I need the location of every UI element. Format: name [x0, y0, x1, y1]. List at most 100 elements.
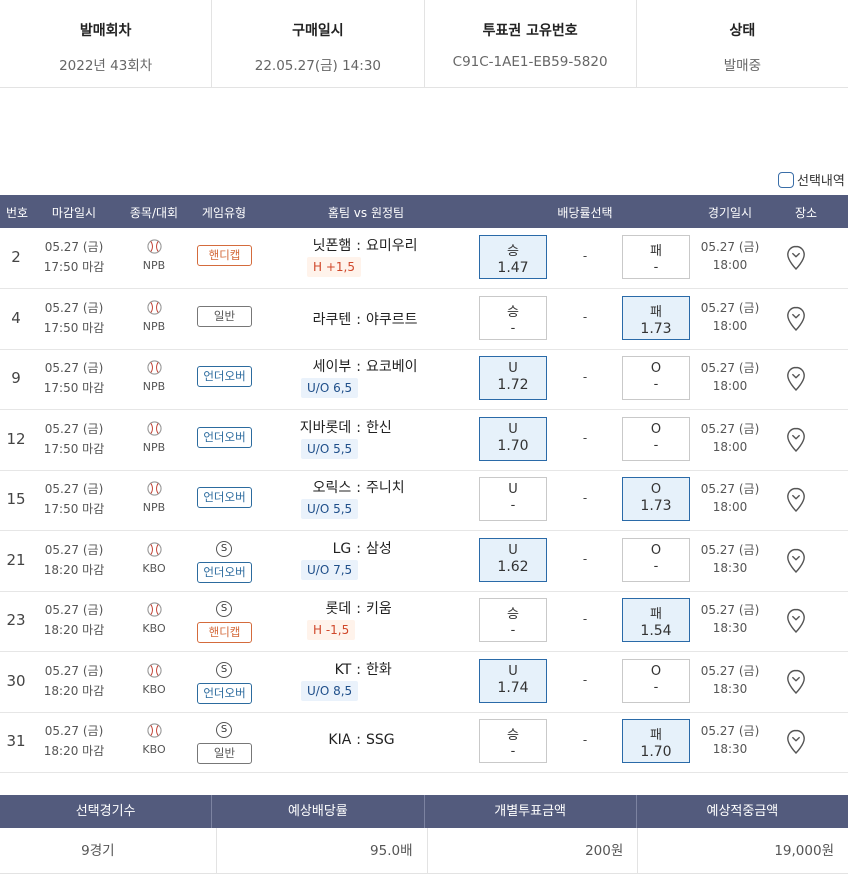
summary-values: 9경기 95.0배 200원 19,000원: [0, 828, 848, 874]
ticket-round-label: 발매회차: [79, 23, 132, 39]
odds-right-button[interactable]: O 1.73: [622, 477, 690, 521]
odds-right-label: O: [650, 542, 662, 558]
odds-right-button[interactable]: O-: [622, 537, 690, 582]
game-type-badge: 일반: [197, 305, 252, 327]
game-row[interactable]: 31 05.27 (금) 18:20 마감 KBO S 일반 KIA: SSG 승 - - 패 1.70…: [0, 712, 848, 773]
game-time: 18:00: [712, 258, 748, 272]
odds-left-button[interactable]: U 1.62: [479, 537, 547, 582]
close-date: 05.27 (금): [44, 482, 104, 496]
odds-draw: -: [582, 370, 588, 384]
summary-games-label: 선택경기수: [0, 795, 213, 828]
odds-left-label: 승: [507, 304, 519, 320]
odds-left-button[interactable]: U 1.74: [479, 658, 547, 703]
game-row[interactable]: 30 05.27 (금) 18:20 마감 KBO S 언더오버 KT: 한화 U/O 8,5 U…: [0, 652, 848, 713]
odds-right-value: 1.54: [640, 623, 672, 639]
close-time: 18:20 마감: [43, 744, 105, 758]
odds-left-label: 승: [507, 244, 519, 259]
odds-left-button[interactable]: 승-: [479, 719, 547, 763]
game-row[interactable]: 9 05.27 (금) 17:50 마감 NPB 언더오버 세이부: 요코베이 U/O 6,5…: [0, 349, 848, 410]
close-time: 17:50 마감: [43, 260, 105, 274]
vs-separator: :: [356, 540, 361, 557]
ticket-status-label: 상태: [729, 23, 756, 39]
odds-right-button[interactable]: 패-: [622, 235, 690, 279]
close-date: 05.27 (금): [44, 603, 104, 617]
odds-right-label: 패: [650, 607, 662, 622]
vs-separator: :: [356, 601, 361, 617]
odds-right-label: O: [650, 663, 662, 679]
venue-pin-icon[interactable]: [786, 548, 806, 574]
league-name: KBO: [142, 743, 166, 756]
venue-pin-icon[interactable]: [786, 306, 806, 332]
odds-left-value: 1.72: [497, 377, 529, 393]
odds-right-button[interactable]: 패 1.73: [622, 295, 690, 340]
close-time: 17:50 마감: [43, 502, 105, 516]
ticket-purchase-label: 구매일시: [292, 23, 344, 39]
odds-left-button[interactable]: U 1.70: [479, 416, 547, 461]
game-type-badge: 언더오버: [197, 366, 252, 387]
summary-odds-label: 예상배당률: [212, 795, 425, 828]
venue-pin-icon[interactable]: [786, 608, 806, 634]
odds-left-value: 1.74: [497, 679, 529, 696]
venue-pin-icon[interactable]: [786, 245, 806, 271]
league-name: NPB: [142, 440, 166, 454]
odds-right-button[interactable]: O-: [622, 356, 690, 400]
ticket-id-cell: 투표권 고유번호 C91C-1AE1-EB59-5820: [425, 0, 637, 87]
away-team: SSG: [366, 732, 395, 748]
baseball-icon: [147, 723, 162, 738]
odds-left-button[interactable]: U-: [479, 477, 547, 521]
game-number: 23: [6, 611, 26, 629]
game-number: 4: [11, 308, 21, 327]
odds-right-button[interactable]: O-: [622, 658, 690, 703]
odds-left-label: U: [508, 663, 518, 679]
odds-right-button[interactable]: 패 1.54: [622, 598, 690, 642]
game-row[interactable]: 15 05.27 (금) 17:50 마감 NPB 언더오버 오릭스: 주니치 U/O 5,5…: [0, 470, 848, 531]
game-time: 18:00: [712, 318, 748, 333]
game-date: 05.27 (금): [700, 724, 760, 738]
away-team: 야쿠르트: [366, 311, 418, 328]
game-date: 05.27 (금): [700, 482, 760, 496]
select-history-label: 선택내역: [797, 174, 845, 189]
odds-right-button[interactable]: O-: [622, 416, 690, 461]
teams: 오릭스: 주니치: [260, 477, 426, 497]
away-team: 요미우리: [366, 238, 418, 254]
venue-pin-icon[interactable]: [786, 669, 806, 695]
special-s-icon: S: [216, 540, 232, 557]
select-history-toggle[interactable]: 선택내역: [778, 170, 845, 189]
game-number: 15: [6, 490, 26, 508]
game-row[interactable]: 23 05.27 (금) 18:20 마감 KBO S 핸디캡 롯데: 키움 H -1,5 승 - -…: [0, 591, 848, 652]
col-odds: 배당률선택: [557, 206, 613, 220]
game-row[interactable]: 21 05.27 (금) 18:20 마감 KBO S 언더오버 LG: 삼성 U/O 7,5 U…: [0, 531, 848, 592]
game-row[interactable]: 4 05.27 (금) 17:50 마감 NPB 일반 라쿠텐: 야쿠르트 승 - - 패 1.73 0…: [0, 289, 848, 350]
venue-pin-icon[interactable]: [786, 366, 806, 392]
special-s-icon: S: [216, 661, 232, 678]
odds-right-label: O: [650, 482, 662, 497]
odds-left-button[interactable]: 승-: [479, 295, 547, 340]
game-row[interactable]: 12 05.27 (금) 17:50 마감 NPB 언더오버 지바롯데: 한신 U/O 5,5…: [0, 410, 848, 471]
odds-right-button[interactable]: 패 1.70: [622, 719, 690, 763]
odds-left-label: 승: [507, 728, 519, 743]
ticket-purchase-cell: 구매일시 22.05.27(금) 14:30: [212, 0, 425, 87]
game-row[interactable]: 2 05.27 (금) 17:50 마감 NPB 핸디캡 닛폰햄: 요미우리 H +1,5 승 1…: [0, 228, 848, 289]
special-s-icon: S: [216, 601, 232, 617]
home-team: LG: [332, 540, 352, 557]
odds-right-value: -: [653, 679, 659, 695]
venue-pin-icon[interactable]: [786, 487, 806, 513]
league-name: NPB: [142, 319, 166, 333]
game-type-badge: 언더오버: [197, 682, 252, 704]
odds-right-value: -: [653, 437, 659, 453]
odds-left-button[interactable]: 승-: [479, 598, 547, 642]
home-team: KT: [334, 661, 352, 678]
venue-pin-icon[interactable]: [786, 427, 806, 453]
venue-pin-icon[interactable]: [786, 729, 806, 755]
odds-right-label: 패: [650, 728, 662, 743]
odds-left-button[interactable]: 승 1.47: [479, 235, 547, 279]
game-number: 31: [6, 732, 26, 750]
select-history-checkbox[interactable]: [778, 171, 794, 188]
odds-left-button[interactable]: U 1.72: [479, 356, 547, 400]
league-name: NPB: [142, 380, 166, 393]
handicap-badge: H +1,5: [307, 257, 361, 277]
ticket-info: 발매회차 2022년 43회차 구매일시 22.05.27(금) 14:30 투…: [0, 0, 848, 88]
odds-draw: -: [582, 672, 588, 687]
game-number: 30: [6, 671, 26, 690]
vs-separator: :: [356, 480, 361, 496]
